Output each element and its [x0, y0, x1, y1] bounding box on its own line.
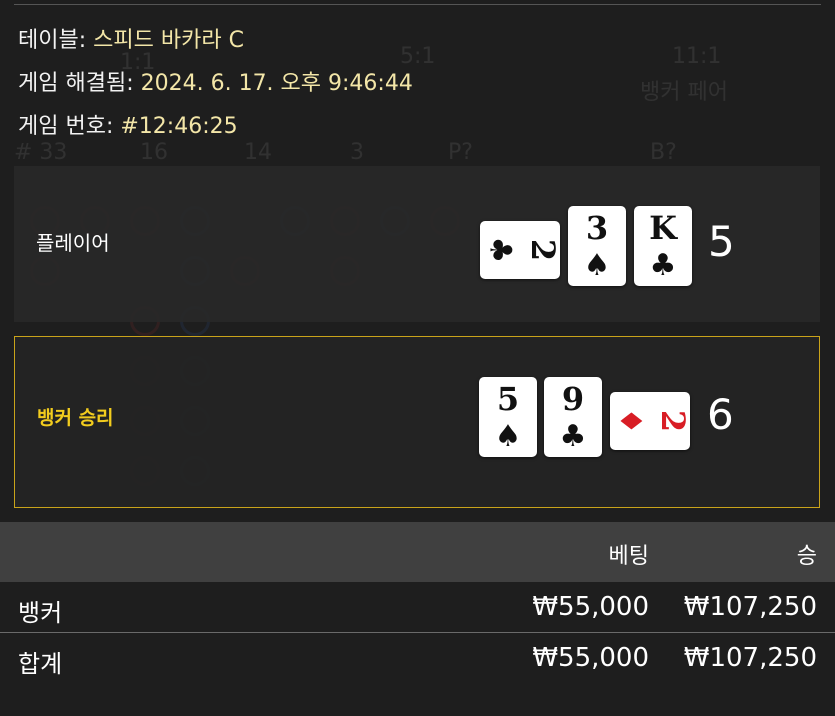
round-label: 게임 번호:: [18, 114, 121, 139]
total-win-amount: ₩107,250: [683, 643, 817, 673]
round-number: #12:46:25: [120, 114, 238, 139]
banker-win-label: 뱅커 승리: [37, 407, 114, 429]
bet-table-header: 베팅 승: [0, 522, 835, 582]
bg-text: # 33: [14, 140, 68, 165]
table-row: 뱅커 ₩55,000 ₩107,250: [0, 583, 835, 633]
card-rank: 9: [561, 380, 585, 418]
bg-text: 5:1: [400, 44, 436, 69]
player-card-1: ♣ 2: [480, 221, 562, 279]
player-card-3: K ♣: [634, 206, 692, 286]
bg-text: 3: [350, 140, 364, 165]
bg-text: B?: [650, 140, 677, 165]
card-suit-icon: ♣: [649, 248, 677, 283]
card-rank: 5: [496, 380, 520, 418]
bg-text: 14: [244, 140, 272, 165]
table-label: 테이블:: [18, 28, 94, 53]
round-info: 게임 번호: #12:46:25: [18, 112, 238, 142]
win-amount: ₩107,250: [683, 592, 817, 622]
card-suit-icon: ♠: [583, 248, 611, 283]
table-row: 합계 ₩55,000 ₩107,250: [0, 634, 835, 684]
banker-card-2: 9 ♣: [544, 377, 602, 457]
game-result-screen: 1:1 5:1 11:1 뱅커 페어 # 33 16 14 3 P? B? 테이…: [0, 0, 835, 716]
card-rank: 3: [585, 209, 609, 247]
resolved-time-info: 게임 해결됨: 2024. 6. 17. 오후 9:46:44: [18, 69, 413, 99]
player-hand-label: 플레이어: [36, 231, 110, 255]
bg-text: 16: [140, 140, 168, 165]
card-suit-icon: ♠: [494, 419, 522, 454]
resolved-label: 게임 해결됨:: [18, 71, 141, 96]
column-header-win: 승: [796, 544, 817, 569]
top-divider: [14, 4, 821, 5]
card-rank: K: [649, 209, 677, 247]
card-suit-icon: ♣: [482, 236, 518, 264]
table-name: 스피드 바카라 C: [93, 28, 244, 53]
card-suit-icon: ♣: [559, 419, 587, 454]
banker-card-1: 5 ♠: [479, 377, 537, 457]
column-header-bet: 베팅: [608, 544, 649, 569]
card-rank: 2: [653, 409, 692, 433]
banker-score: 6: [707, 390, 734, 439]
bg-text: 11:1: [672, 44, 722, 69]
bet-type-label: 뱅커: [18, 599, 63, 627]
player-hand-panel: 플레이어 ♣ 2 3 ♠ K ♣ 5: [14, 166, 820, 322]
banker-card-3: ♦ 2: [610, 392, 692, 450]
banker-hand-panel: 뱅커 승리 5 ♠ 9 ♣ ♦ 2 6: [14, 336, 820, 508]
bg-text: 뱅커 페어: [640, 80, 728, 105]
bet-amount: ₩55,000: [532, 592, 649, 622]
player-card-2: 3 ♠: [568, 206, 626, 286]
table-info: 테이블: 스피드 바카라 C: [18, 26, 244, 56]
bg-text: P?: [448, 140, 473, 165]
card-suit-icon: ♦: [612, 407, 648, 435]
resolved-time: 2024. 6. 17. 오후 9:46:44: [140, 71, 413, 96]
card-rank: 2: [523, 238, 562, 262]
total-label: 합계: [18, 650, 63, 678]
player-score: 5: [708, 217, 735, 266]
row-divider: [0, 632, 835, 633]
total-bet-amount: ₩55,000: [532, 643, 649, 673]
